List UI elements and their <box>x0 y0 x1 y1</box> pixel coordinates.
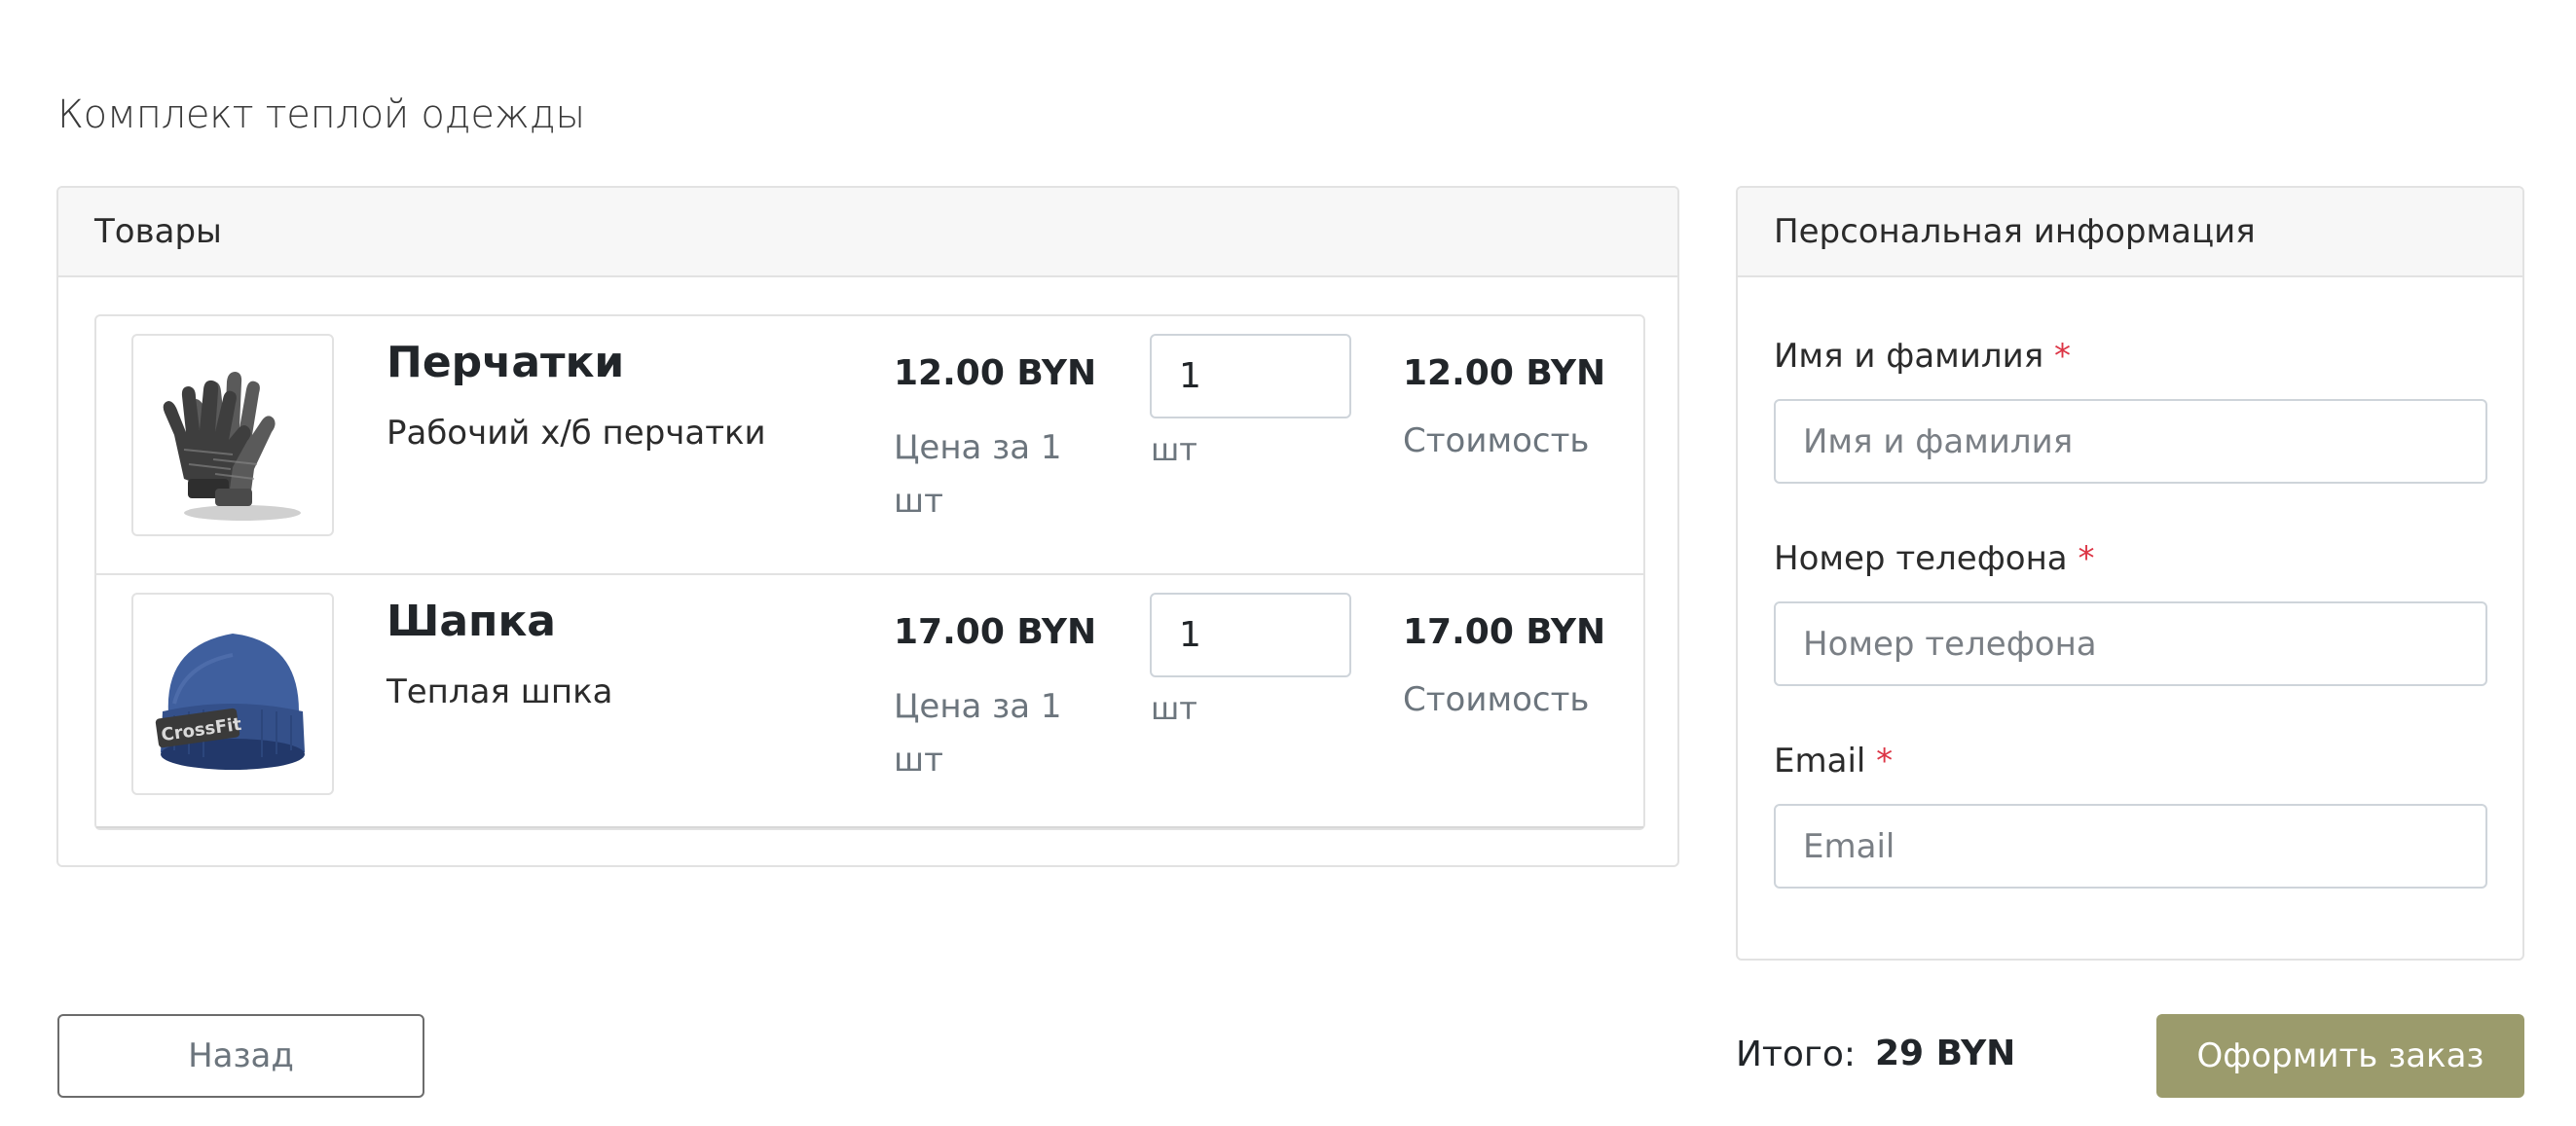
page-title: Комплект теплой одежды <box>57 92 585 137</box>
full-name-input[interactable] <box>1774 399 2487 484</box>
email-input[interactable] <box>1774 804 2487 889</box>
required-marker: * <box>1876 742 1894 781</box>
name-field-label: Имя и фамилия * <box>1774 337 2071 376</box>
quantity-unit: шт <box>1151 690 1197 727</box>
quantity-unit: шт <box>1151 431 1197 468</box>
product-description: Рабочий х/б перчатки <box>386 414 766 453</box>
phone-field-label: Номер телефона * <box>1774 539 2094 578</box>
required-marker: * <box>2078 539 2095 578</box>
personal-info-card-header: Персональная информация <box>1738 188 2522 277</box>
order-total-value: 29 BYN <box>1875 1034 2016 1073</box>
unit-price: 12.00 BYN <box>894 353 1097 393</box>
phone-field-label-text: Номер телефона <box>1774 539 2068 578</box>
email-field-label-text: Email <box>1774 742 1866 781</box>
unit-price: 17.00 BYN <box>894 612 1097 652</box>
line-total-label: Стоимость <box>1403 680 1590 719</box>
order-total-label: Итого: <box>1736 1035 1856 1074</box>
quantity-input[interactable] <box>1150 334 1351 418</box>
name-field-label-text: Имя и фамилия <box>1774 337 2044 376</box>
products-card: Товары Перчатки Рабочий х/б перчатки 12.… <box>56 186 1679 867</box>
personal-info-card: Персональная информация Имя и фамилия * … <box>1736 186 2524 961</box>
order-page: Комплект теплой одежды Товары Перчатки Р… <box>0 0 2576 1126</box>
product-name: Перчатки <box>386 338 625 387</box>
gloves-image <box>131 334 334 536</box>
line-total: 12.00 BYN <box>1403 353 1606 393</box>
back-button[interactable]: Назад <box>57 1014 424 1098</box>
product-description: Теплая шпка <box>386 672 613 711</box>
email-field-label: Email * <box>1774 742 1893 781</box>
phone-input[interactable] <box>1774 601 2487 686</box>
line-total: 17.00 BYN <box>1403 612 1606 652</box>
products-card-header: Товары <box>58 188 1677 277</box>
line-total-label: Стоимость <box>1403 421 1590 460</box>
products-list: Перчатки Рабочий х/б перчатки 12.00 BYN … <box>94 314 1645 830</box>
required-marker: * <box>2054 337 2071 376</box>
unit-price-label: Цена за 1 шт <box>894 428 1062 521</box>
product-name: Шапка <box>386 597 557 646</box>
beanie-image: CrossFit <box>131 593 334 795</box>
place-order-button[interactable]: Оформить заказ <box>2156 1014 2524 1098</box>
list-item: Перчатки Рабочий х/б перчатки 12.00 BYN … <box>96 316 1643 573</box>
list-item: CrossFit Шапка Теплая шпка 17.00 BYN Цен… <box>96 573 1643 828</box>
unit-price-label: Цена за 1 шт <box>894 687 1062 780</box>
quantity-input[interactable] <box>1150 593 1351 677</box>
